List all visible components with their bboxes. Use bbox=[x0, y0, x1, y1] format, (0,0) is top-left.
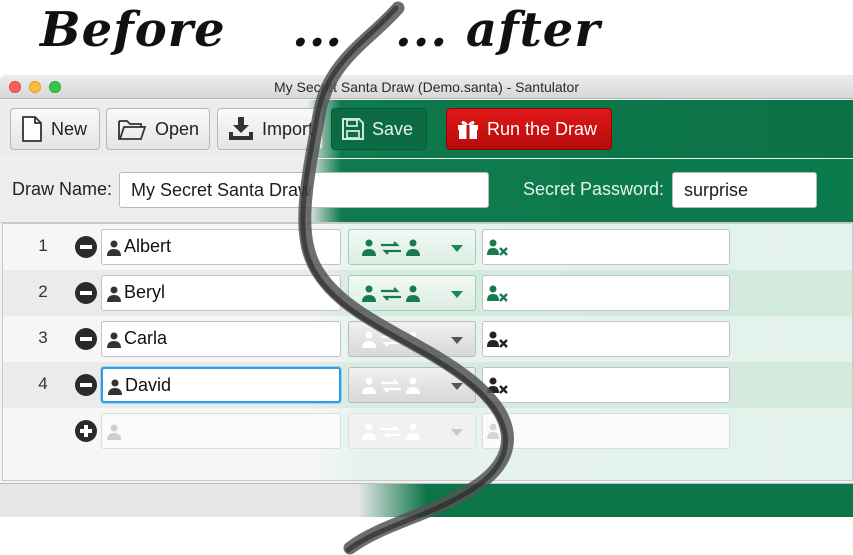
title-bar[interactable]: My Secret Santa Draw (Demo.santa) - Sant… bbox=[0, 75, 853, 99]
draw-name-label: Draw Name: bbox=[12, 179, 113, 199]
remove-icon[interactable] bbox=[75, 236, 97, 258]
participant-name-field[interactable]: Beryl bbox=[101, 275, 341, 311]
exclusions-field[interactable] bbox=[482, 275, 730, 311]
chevron-down-icon bbox=[451, 245, 463, 252]
person-icon bbox=[107, 240, 121, 256]
new-file-icon bbox=[22, 116, 42, 142]
swap-pair-icon bbox=[362, 239, 420, 256]
draw-name-input[interactable]: My Secret Santa Draw bbox=[119, 172, 489, 208]
toolbar: New Open Import Save Run the Draw bbox=[0, 100, 853, 158]
participant-name: David bbox=[125, 375, 172, 395]
exclusions-field[interactable] bbox=[482, 367, 730, 403]
exclude-person-icon bbox=[487, 285, 508, 302]
participant-row: 3 Carla bbox=[3, 316, 852, 362]
app-window: My Secret Santa Draw (Demo.santa) - Sant… bbox=[0, 75, 853, 517]
row-number: 2 bbox=[38, 282, 48, 301]
caption-after: ... after bbox=[395, 2, 601, 58]
exclude-person-icon bbox=[487, 377, 508, 394]
person-icon bbox=[107, 286, 121, 302]
secret-password-input[interactable]: surprise bbox=[672, 172, 817, 208]
swap-pair-icon bbox=[362, 423, 420, 440]
chevron-down-icon bbox=[451, 429, 463, 436]
participant-list: 1 Albert 2 Beryl 3 Carla 4 David bbox=[2, 223, 853, 481]
import-icon bbox=[229, 117, 253, 140]
participant-name: Albert bbox=[124, 236, 172, 256]
add-icon[interactable] bbox=[75, 420, 97, 442]
participant-name-field[interactable]: Albert bbox=[101, 229, 341, 265]
caption-before: Before bbox=[40, 2, 226, 58]
row-number: 1 bbox=[38, 236, 48, 255]
exclusions-field[interactable] bbox=[482, 229, 730, 265]
import-button-label: Import bbox=[262, 118, 314, 139]
participant-name-field[interactable]: Carla bbox=[101, 321, 341, 357]
gift-icon bbox=[458, 121, 478, 139]
new-participant-row bbox=[3, 408, 852, 454]
chevron-down-icon bbox=[451, 337, 463, 344]
swap-pair-icon bbox=[362, 331, 420, 348]
secret-password-label: Secret Password: bbox=[523, 179, 665, 199]
caption-after-word: after bbox=[465, 2, 601, 58]
status-bar bbox=[0, 483, 853, 517]
open-folder-icon bbox=[118, 120, 147, 140]
window-title: My Secret Santa Draw (Demo.santa) - Sant… bbox=[273, 79, 579, 95]
relationship-selector[interactable] bbox=[348, 275, 476, 311]
exclude-person-icon bbox=[487, 239, 508, 256]
row-number: 3 bbox=[38, 328, 48, 347]
new-participant-field[interactable] bbox=[101, 413, 341, 449]
open-button-label: Open bbox=[155, 118, 200, 139]
save-button-label: Save bbox=[372, 118, 414, 139]
new-button[interactable]: New bbox=[10, 108, 100, 150]
participant-name-field[interactable]: David bbox=[101, 367, 341, 403]
caption-dots-left: ... bbox=[292, 2, 343, 58]
participant-row: 2 Beryl bbox=[3, 270, 852, 316]
chevron-down-icon bbox=[451, 383, 463, 390]
new-button-label: New bbox=[51, 118, 88, 139]
row-number: 4 bbox=[38, 374, 48, 393]
participant-name: Beryl bbox=[124, 282, 166, 302]
exclude-person-icon bbox=[487, 423, 499, 439]
import-button[interactable]: Import bbox=[217, 108, 323, 150]
remove-icon[interactable] bbox=[75, 328, 97, 350]
run-draw-button[interactable]: Run the Draw bbox=[446, 108, 612, 150]
relationship-selector[interactable] bbox=[348, 229, 476, 265]
caption: Before ... ... after bbox=[0, 0, 853, 74]
chevron-down-icon bbox=[451, 291, 463, 298]
remove-icon[interactable] bbox=[75, 374, 97, 396]
relationship-selector[interactable] bbox=[348, 321, 476, 357]
exclusions-field bbox=[482, 413, 730, 449]
run-draw-label: Run the Draw bbox=[487, 118, 598, 139]
participant-row: 4 David bbox=[3, 362, 852, 408]
caption-dots-right: ... bbox=[395, 2, 449, 58]
save-button[interactable]: Save bbox=[331, 108, 427, 150]
person-icon bbox=[107, 424, 121, 440]
participant-row: 1 Albert bbox=[3, 224, 852, 270]
relationship-selector[interactable] bbox=[348, 367, 476, 403]
relationship-selector bbox=[348, 413, 476, 449]
person-icon bbox=[107, 332, 121, 348]
open-button[interactable]: Open bbox=[106, 108, 210, 150]
save-icon bbox=[342, 118, 364, 140]
participant-name: Carla bbox=[124, 328, 168, 348]
person-icon bbox=[108, 379, 122, 395]
draw-details: Draw Name: My Secret Santa Draw Secret P… bbox=[0, 159, 853, 223]
remove-icon[interactable] bbox=[75, 282, 97, 304]
swap-pair-icon bbox=[362, 377, 420, 394]
swap-pair-icon bbox=[362, 285, 420, 302]
exclude-person-icon bbox=[487, 331, 508, 348]
exclusions-field[interactable] bbox=[482, 321, 730, 357]
